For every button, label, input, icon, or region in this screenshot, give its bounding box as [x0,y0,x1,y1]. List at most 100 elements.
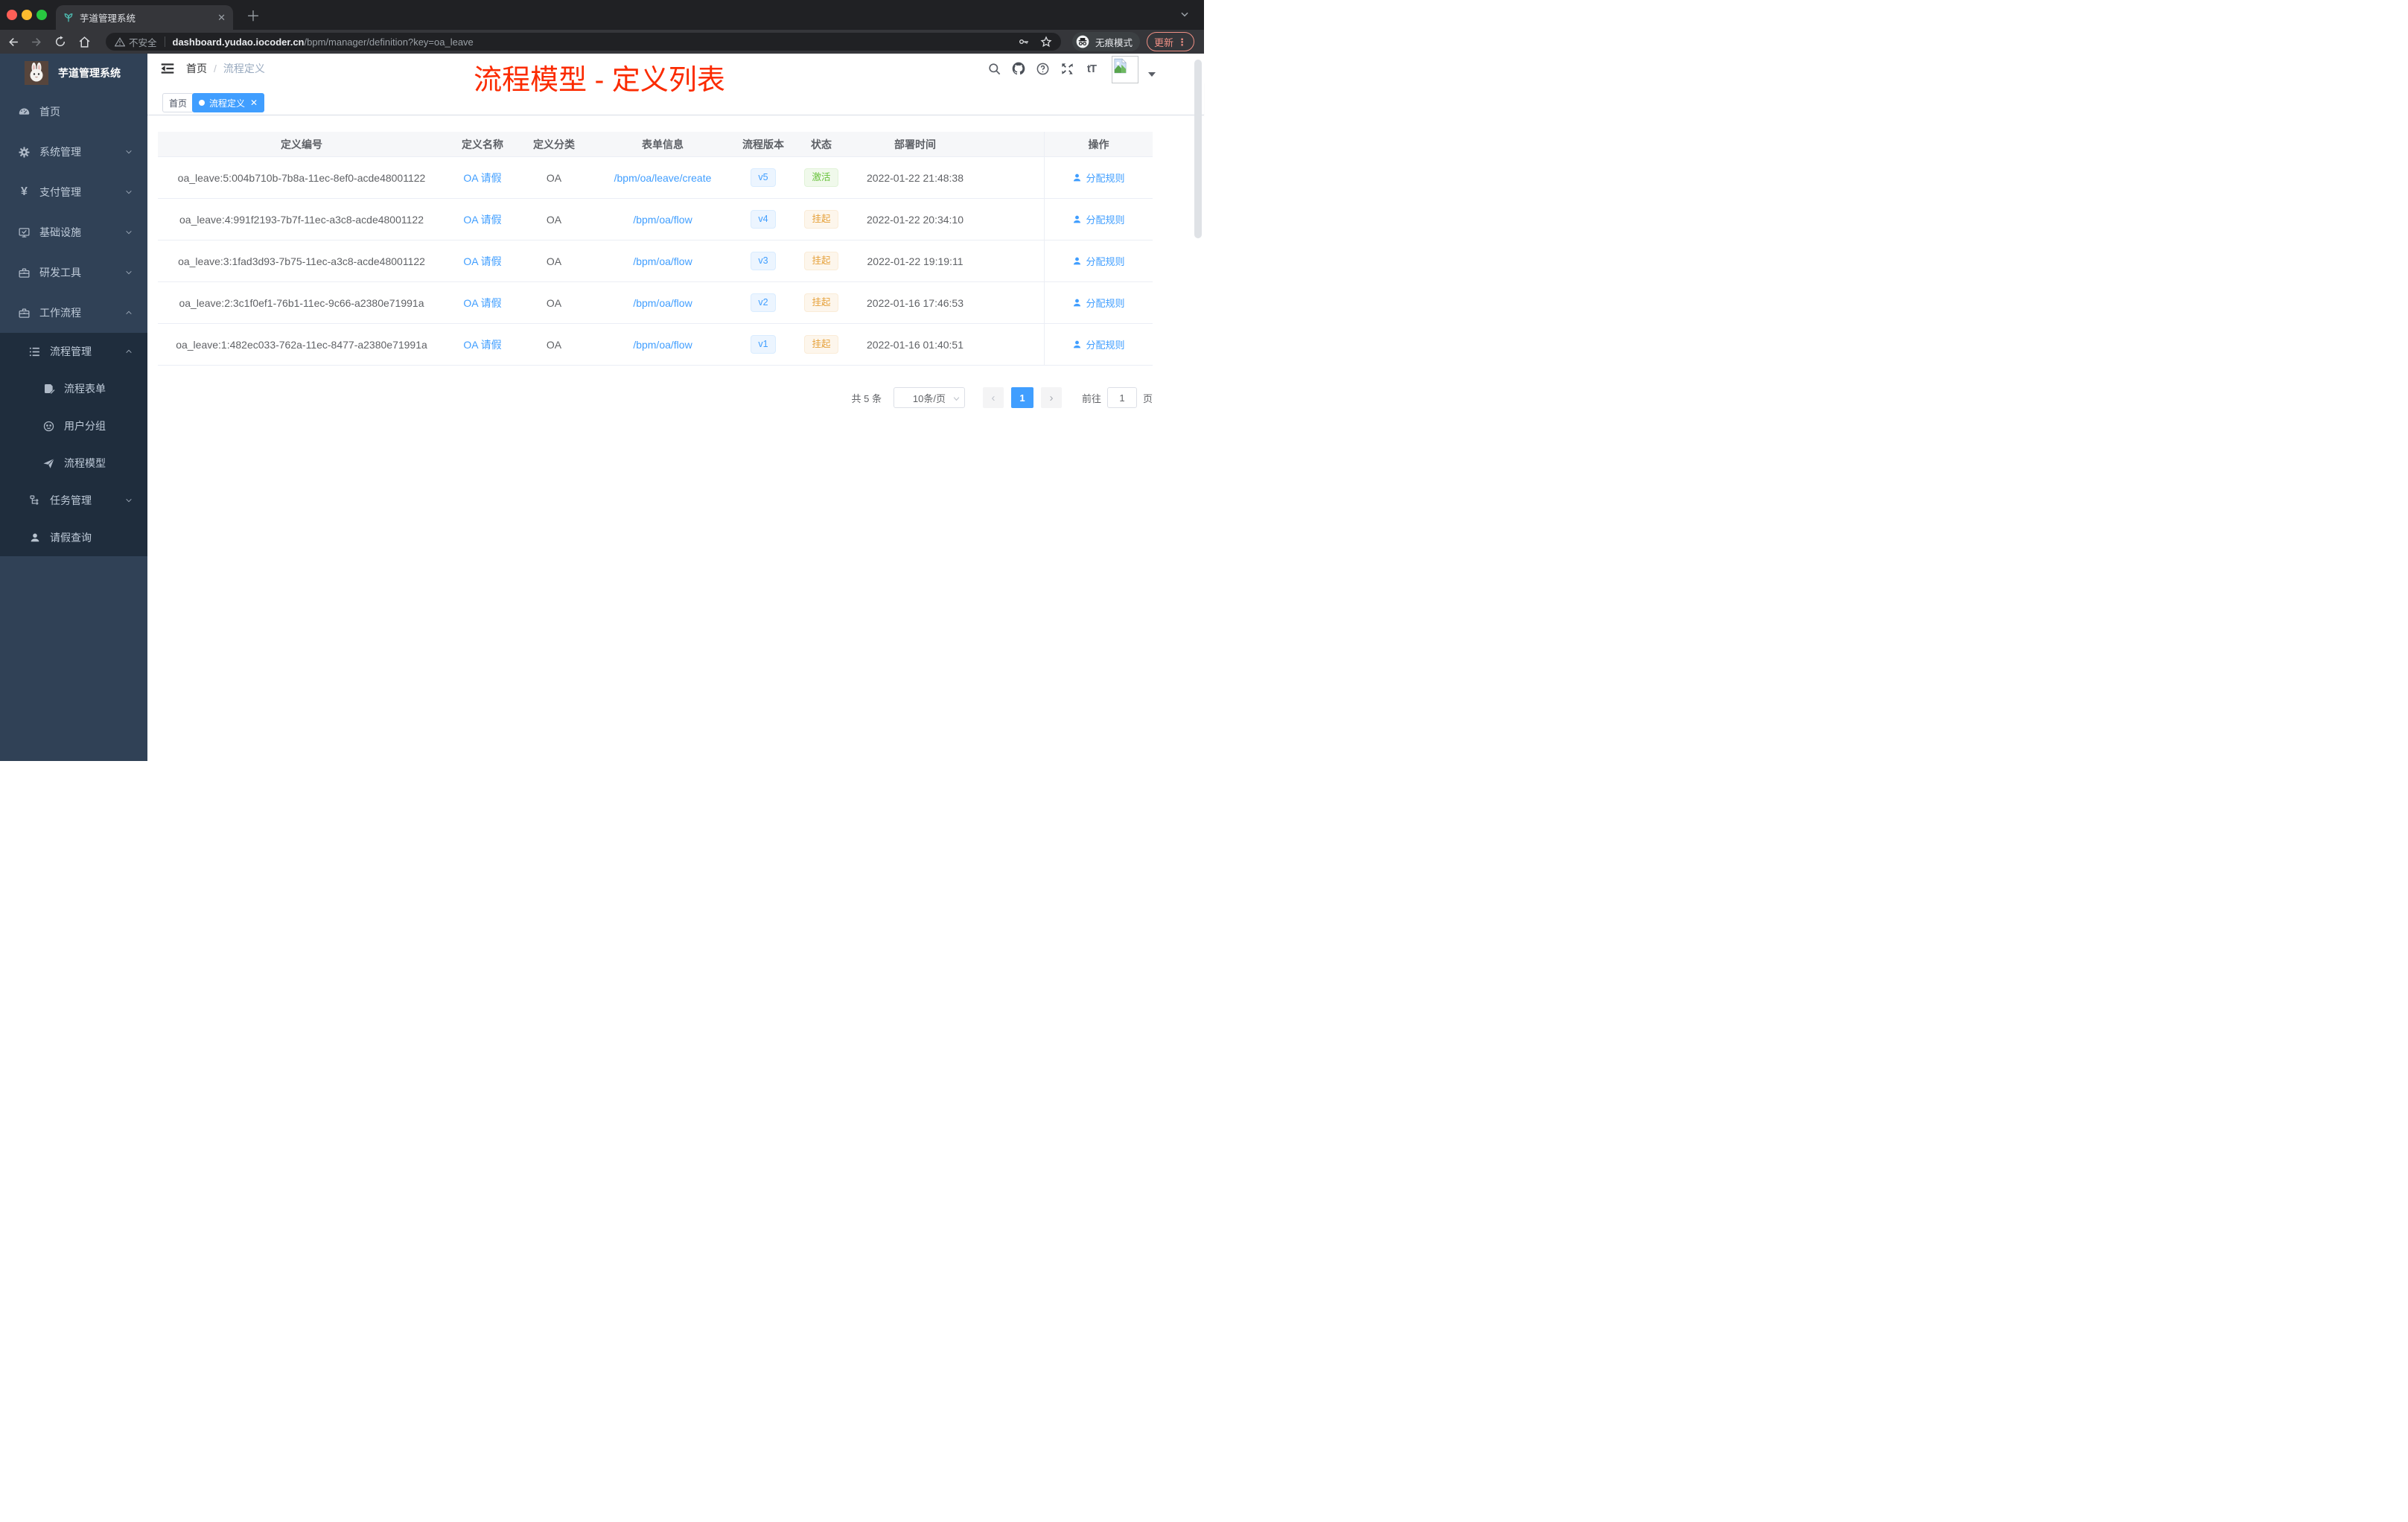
form-icon [42,383,55,395]
breadcrumb: 首页 / 流程定义 [186,54,265,83]
definition-category: OA [546,171,562,184]
assign-rule-link[interactable]: 分配规则 [1072,337,1125,351]
tag-home[interactable]: 首页 [162,93,194,112]
assign-rule-link[interactable]: 分配规则 [1072,296,1125,310]
sidebar: 芋道管理系统 首页 系统管理 ¥ 支付管理 基础设施 研发工具 工作流程 流程管… [0,54,147,761]
tab-search-chevron-icon[interactable] [1179,9,1190,19]
forward-button[interactable] [25,32,48,51]
sidebar-item-payment[interactable]: ¥ 支付管理 [0,172,147,212]
col-header-category: 定义分类 [533,138,575,150]
new-tab-button[interactable]: ＋ [244,6,262,25]
definition-name-link[interactable]: OA 请假 [463,171,501,185]
definition-name-link[interactable]: OA 请假 [463,212,501,227]
bookmark-star-icon[interactable] [1040,36,1052,48]
traffic-zoom-button[interactable] [36,10,47,20]
prev-page-button[interactable]: ‹ [982,387,1004,408]
browser-toolbar: 不安全 dashboard.yudao.iocoder.cn/bpm/manag… [0,30,1204,54]
assign-rule-link[interactable]: 分配规则 [1072,254,1125,268]
col-header-name: 定义名称 [462,138,503,150]
page-scrollbar[interactable] [1194,60,1202,238]
sidebar-item-user-group[interactable]: 用户分组 [0,407,147,445]
page-size-select[interactable]: 10条/页 [893,387,965,408]
sidebar-item-system[interactable]: 系统管理 [0,132,147,172]
goto-suffix: 页 [1142,392,1153,404]
definition-name-link[interactable]: OA 请假 [463,337,501,352]
robot-icon [42,420,55,433]
row-spacer [977,282,1044,323]
traffic-close-button[interactable] [7,10,17,20]
search-icon[interactable] [987,61,1001,76]
back-button[interactable] [1,32,24,51]
assign-rule-link[interactable]: 分配规则 [1072,212,1125,226]
chevron-up-icon [125,309,133,316]
update-button[interactable]: 更新 ⋮ [1147,32,1194,51]
table-row: oa_leave:5:004b710b-7b8a-11ec-8ef0-acde4… [158,157,1153,199]
next-page-button[interactable]: › [1040,387,1062,408]
sidebar-item-workflow[interactable]: 工作流程 [0,293,147,333]
definition-name-link[interactable]: OA 请假 [463,254,501,269]
user-icon [1074,173,1081,182]
goto-page-input[interactable] [1106,387,1137,408]
assign-rule-label: 分配规则 [1086,214,1125,226]
select-caret-icon [953,396,960,401]
breadcrumb-home[interactable]: 首页 [186,61,207,76]
workflow-submenu: 流程管理 流程表单 用户分组 流程模型 任务管理 请假查询 [0,333,147,556]
current-page-button[interactable]: 1 [1010,387,1033,408]
home-button[interactable] [73,32,95,51]
sidebar-item-label: 请假查询 [50,532,92,544]
url-bar[interactable]: 不安全 dashboard.yudao.iocoder.cn/bpm/manag… [106,33,1061,51]
reload-button[interactable] [49,32,71,51]
definition-id: oa_leave:2:3c1f0ef1-76b1-11ec-9c66-a2380… [179,296,424,309]
breadcrumb-current: 流程定义 [223,63,265,74]
sidebar-item-home[interactable]: 首页 [0,92,147,132]
logo-avatar [25,60,48,85]
sidebar-item-leave-query[interactable]: 请假查询 [0,519,147,556]
avatar[interactable] [1112,56,1138,83]
sidebar-item-process-mgmt[interactable]: 流程管理 [0,333,147,370]
url-host: dashboard.yudao.iocoder.cn [172,36,305,48]
browser-tab[interactable]: 芋道管理系统 ✕ [56,5,233,30]
col-header-time: 部署时间 [894,138,936,150]
tab-close-icon[interactable]: ✕ [217,12,226,24]
traffic-minimize-button[interactable] [22,10,32,20]
sidebar-item-task-mgmt[interactable]: 任务管理 [0,482,147,519]
sidebar-item-process-model[interactable]: 流程模型 [0,445,147,482]
user-icon [28,532,41,544]
form-link[interactable]: /bpm/oa/flow [633,214,692,226]
browser-menu-kebab-icon[interactable]: ⋮ [1177,37,1187,47]
sidebar-item-process-form[interactable]: 流程表单 [0,370,147,407]
col-header-spacer [977,132,1044,156]
definition-id: oa_leave:5:004b710b-7b8a-11ec-8ef0-acde4… [177,171,426,184]
sidebar-item-label: 流程表单 [64,383,106,395]
update-label: 更新 [1153,36,1173,48]
version-badge: v4 [751,210,776,229]
definition-category: OA [546,213,562,226]
form-link[interactable]: /bpm/oa/flow [633,339,692,351]
assign-rule-link[interactable]: 分配规则 [1072,171,1125,185]
sidebar-collapse-icon[interactable] [160,61,175,76]
form-link[interactable]: /bpm/oa/flow [633,297,692,309]
help-icon[interactable] [1035,61,1050,76]
yen-icon: ¥ [21,185,28,198]
github-icon[interactable] [1011,61,1026,76]
tree-icon [28,494,41,507]
sidebar-item-devtools[interactable]: 研发工具 [0,252,147,293]
fullscreen-icon[interactable] [1060,61,1074,76]
user-icon [1074,215,1081,223]
tag-active[interactable]: 流程定义 ✕ [192,93,265,112]
form-link[interactable]: /bpm/oa/flow [633,255,692,267]
row-spacer [977,324,1044,365]
key-icon[interactable] [1018,36,1030,48]
col-header-form: 表单信息 [642,138,684,150]
monitor-icon [18,226,31,239]
tag-close-icon[interactable]: ✕ [250,98,258,108]
sidebar-item-infra[interactable]: 基础设施 [0,212,147,252]
avatar-caret-icon[interactable] [1148,72,1156,77]
sidebar-logo[interactable]: 芋道管理系统 [0,54,147,92]
chevron-down-icon [125,229,133,236]
form-link[interactable]: /bpm/oa/leave/create [614,172,712,184]
font-size-icon[interactable]: tT [1084,61,1099,76]
sidebar-item-label: 系统管理 [39,146,81,158]
definition-name-link[interactable]: OA 请假 [463,296,501,311]
sidebar-item-label: 工作流程 [39,307,81,319]
